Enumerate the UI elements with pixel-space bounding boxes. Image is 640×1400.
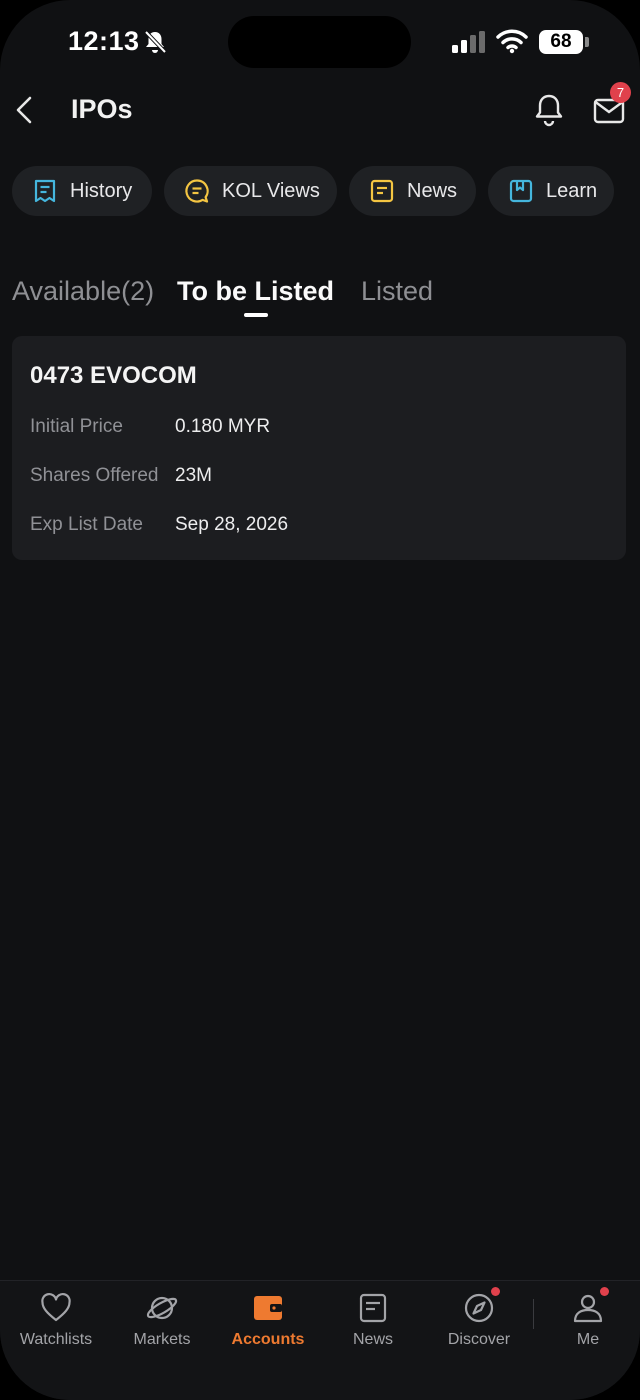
news-chip-label: News — [407, 179, 458, 202]
tab-to-be-listed[interactable]: To be Listed — [177, 276, 334, 307]
mail-count-badge: 7 — [610, 82, 631, 103]
tab-listed[interactable]: Listed — [361, 276, 433, 307]
learn-chip[interactable]: Learn — [488, 166, 614, 216]
nav-accounts-label: Accounts — [231, 1331, 305, 1348]
shares-offered-label: Shares Offered — [30, 465, 159, 486]
nav-accounts[interactable]: Accounts — [215, 1291, 321, 1349]
nav-markets[interactable]: Markets — [109, 1291, 215, 1349]
exp-list-date-label: Exp List Date — [30, 514, 143, 535]
exp-list-date-value: Sep 28, 2026 — [175, 514, 289, 535]
chat-bubble-icon — [185, 179, 209, 203]
news-icon — [359, 1293, 387, 1323]
me-dot-badge — [600, 1287, 609, 1296]
person-icon — [573, 1294, 603, 1323]
active-tab-indicator — [244, 313, 268, 317]
nav-discover-label: Discover — [447, 1331, 511, 1348]
news-chip[interactable]: News — [349, 166, 476, 216]
discover-dot-badge — [491, 1287, 500, 1296]
nav-markets-label: Markets — [133, 1331, 191, 1348]
news-icon — [370, 179, 394, 203]
nav-watchlists[interactable]: Watchlists — [3, 1291, 109, 1349]
compass-icon — [464, 1293, 494, 1323]
nav-news[interactable]: News — [320, 1291, 426, 1349]
nav-me[interactable]: Me — [535, 1291, 640, 1349]
nav-discover[interactable]: Discover — [426, 1291, 532, 1349]
battery-cap — [585, 37, 589, 47]
initial-price-value: 0.180 MYR — [175, 416, 271, 437]
battery-indicator: 68 — [539, 30, 583, 54]
wifi-icon — [496, 29, 528, 54]
history-chip[interactable]: History — [12, 166, 152, 216]
history-icon — [34, 179, 56, 203]
back-arrow-icon[interactable] — [10, 92, 40, 128]
bottom-nav: Watchlists Markets Accounts News Discove… — [0, 1280, 640, 1400]
nav-me-label: Me — [576, 1331, 600, 1348]
learn-chip-label: Learn — [546, 179, 598, 202]
wallet-icon — [254, 1296, 282, 1320]
phone-screen: 12:13 68 IPOs 7 History KOL Views News L… — [0, 0, 640, 1400]
planet-icon — [146, 1296, 178, 1320]
page-title: IPOs — [71, 94, 133, 124]
history-chip-label: History — [70, 179, 133, 202]
heart-icon — [41, 1293, 71, 1322]
nav-divider — [533, 1299, 534, 1329]
bookmark-icon — [509, 179, 533, 203]
nav-news-label: News — [352, 1331, 393, 1348]
notification-bell-icon[interactable] — [532, 92, 566, 128]
status-time: 12:13 — [68, 26, 140, 56]
kol-views-chip-label: KOL Views — [222, 179, 320, 202]
kol-views-chip[interactable]: KOL Views — [164, 166, 337, 216]
nav-watchlists-label: Watchlists — [19, 1331, 93, 1348]
bell-mute-icon — [144, 30, 167, 54]
ipo-card-title: 0473 EVOCOM — [30, 362, 197, 389]
ipo-card[interactable]: 0473 EVOCOM Initial Price 0.180 MYR Shar… — [12, 336, 626, 560]
cellular-signal-icon — [452, 31, 485, 53]
dynamic-island — [228, 16, 411, 68]
tab-available[interactable]: Available(2) — [12, 276, 154, 307]
initial-price-label: Initial Price — [30, 416, 123, 437]
shares-offered-value: 23M — [175, 465, 212, 486]
